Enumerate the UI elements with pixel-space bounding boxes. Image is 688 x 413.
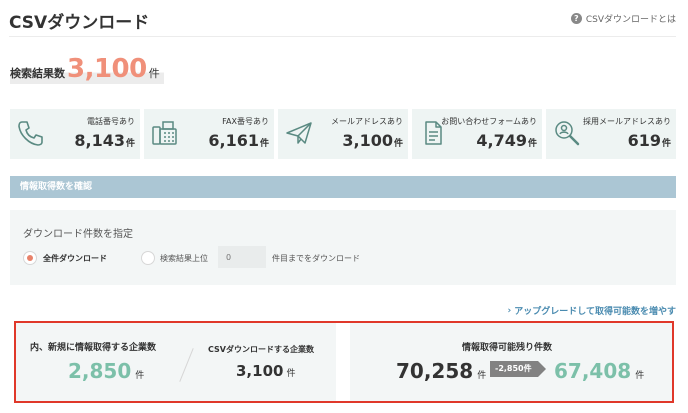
radio-top-download[interactable] xyxy=(141,251,155,265)
radio-top-download-label[interactable]: 検索結果上位 xyxy=(160,253,208,264)
slash-divider xyxy=(179,348,194,382)
download-options: ダウンロード件数を指定 全件ダウンロード 検索結果上位 件目までをダウンロード xyxy=(10,210,676,285)
stat-fax: FAX番号あり 6,161 件 xyxy=(144,109,274,159)
upgrade-link[interactable]: › アップグレードして取得可能数を増やす xyxy=(507,304,676,318)
stat-email: メールアドレスあり 3,100 件 xyxy=(278,109,408,159)
search-person-icon xyxy=(555,121,580,146)
help-link-label: CSVダウンロードとは xyxy=(585,15,676,25)
stat-contact-form: お問い合わせフォームあり 4,749 件 xyxy=(412,109,542,159)
page-title: CSVダウンロード xyxy=(9,13,150,33)
new-companies-label: 内、新規に情報取得する企業数 xyxy=(30,343,157,353)
stat-label: 採用メールアドレスあり xyxy=(583,117,671,126)
deduction-badge: -2,850件 xyxy=(490,361,546,377)
chevron-right-icon: › xyxy=(507,305,512,316)
remaining-label: 情報取得可能残り件数 xyxy=(462,343,553,353)
remaining-before: 70,258 件 xyxy=(396,359,487,383)
result-count: 検索結果数 3,100 件 xyxy=(10,54,164,84)
radio-all-download[interactable] xyxy=(23,251,37,265)
stat-phone: 電話番号あり 8,143 件 xyxy=(10,109,140,159)
csv-companies-label: CSVダウンロードする企業数 xyxy=(208,345,314,354)
stat-value: 619 件 xyxy=(627,131,671,150)
stat-value: 8,143 件 xyxy=(74,131,135,150)
header-divider xyxy=(9,36,676,37)
new-companies-value: 2,850 件 xyxy=(68,359,145,383)
summary-divider xyxy=(336,323,350,401)
csv-companies-value: 3,100 件 xyxy=(236,362,296,380)
stat-label: FAX番号あり xyxy=(222,117,269,126)
help-link[interactable]: ? CSVダウンロードとは xyxy=(570,12,676,25)
stat-value: 3,100 件 xyxy=(342,131,403,150)
upgrade-link-label: アップグレードして取得可能数を増やす xyxy=(514,307,676,317)
question-icon: ? xyxy=(570,13,582,24)
stat-recruit-email: 採用メールアドレスあり 619 件 xyxy=(546,109,676,159)
radio-all-download-label[interactable]: 全件ダウンロード xyxy=(43,253,107,264)
stat-label: メールアドレスあり xyxy=(331,117,403,126)
download-options-title: ダウンロード件数を指定 xyxy=(23,229,133,240)
remaining-after: 67,408 件 xyxy=(554,359,645,383)
summary-panel: 内、新規に情報取得する企業数 2,850 件 CSVダウンロードする企業数 3,1… xyxy=(14,321,674,403)
stat-label: お問い合わせフォームあり xyxy=(441,117,537,126)
fax-icon xyxy=(152,121,177,145)
result-count-value: 3,100 xyxy=(67,54,147,84)
top-count-input[interactable] xyxy=(218,246,266,268)
stats-row: 電話番号あり 8,143 件 FAX番号あり 6,161 件 メールアドレスあり 3… xyxy=(10,109,676,159)
phone-icon xyxy=(18,121,43,146)
stat-value: 6,161 件 xyxy=(208,131,269,150)
paper-plane-icon xyxy=(286,122,312,144)
section-header: 情報取得数を確認 xyxy=(10,176,676,198)
top-count-suffix: 件目までをダウンロード xyxy=(272,254,360,263)
result-count-unit: 件 xyxy=(148,67,160,80)
stat-label: 電話番号あり xyxy=(87,117,135,126)
stat-value: 4,749 件 xyxy=(476,131,537,150)
result-count-label: 検索結果数 xyxy=(10,67,65,80)
